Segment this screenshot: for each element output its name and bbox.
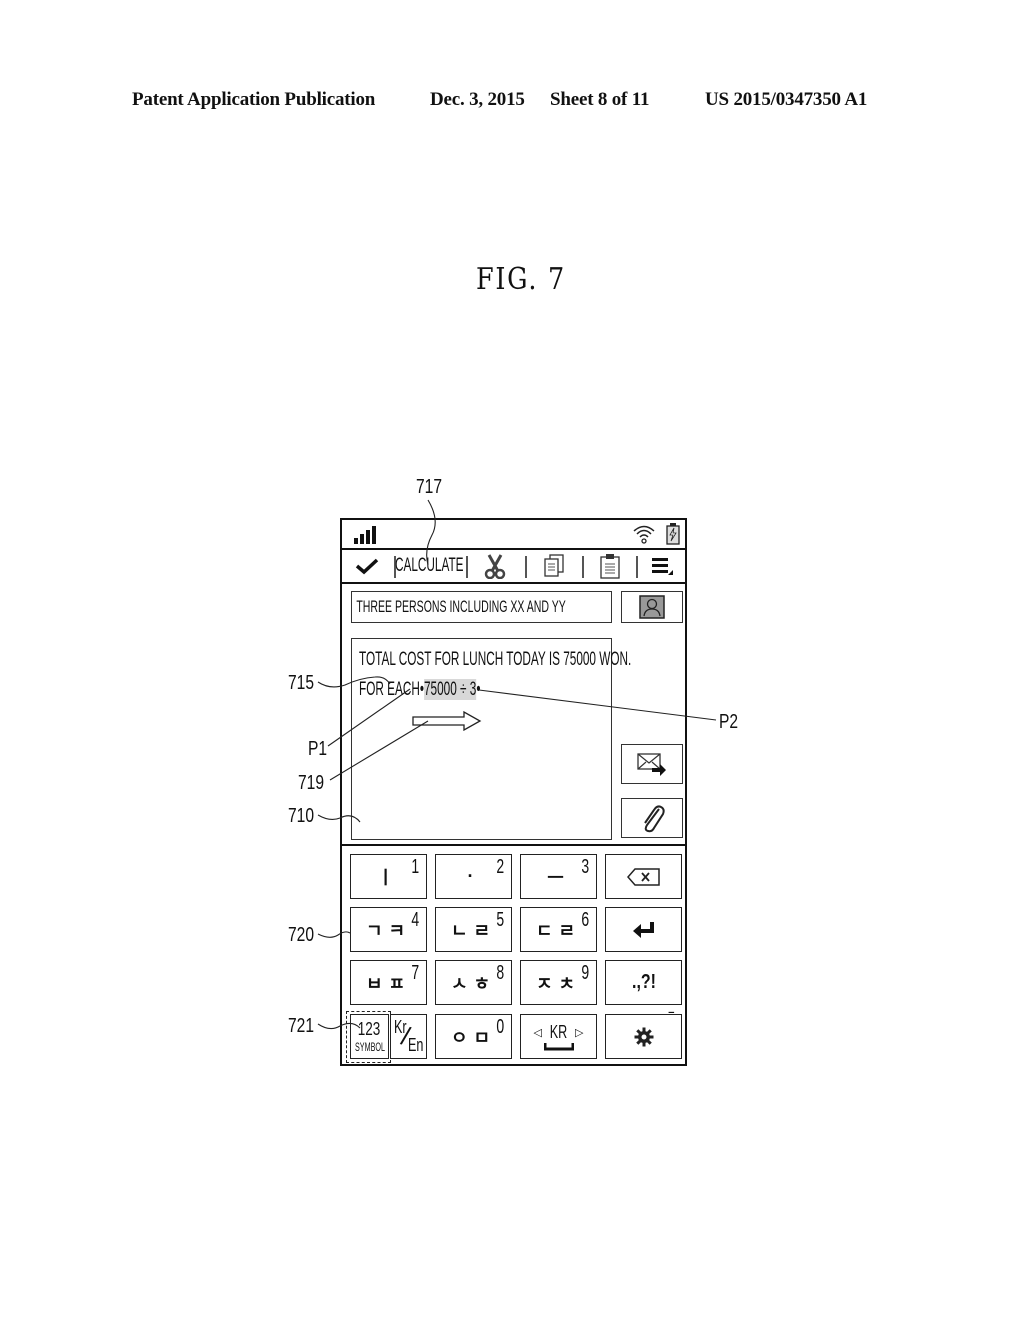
publication-label: Patent Application Publication (132, 89, 376, 110)
key-7[interactable]: ㅂㅍ 7 (350, 960, 427, 1005)
message-editor[interactable]: TOTAL COST FOR LUNCH TODAY IS 75000 WON.… (351, 638, 631, 840)
language-toggle-key[interactable]: Kr / En (390, 1014, 427, 1059)
key-3[interactable]: ㅡ3 (520, 854, 597, 899)
paste-button[interactable] (584, 550, 636, 582)
enter-icon (632, 921, 654, 938)
send-mail-icon (637, 753, 666, 776)
keyboard: ㅣ1 · 2 ㅡ3 ㄱㅋ 4 ㄴㄹ 5 ㄷㄹ 6 ㅂㅍ 7 ㅅㅎ 8 ㅈㅊ 9 .,?! 12… (342, 844, 685, 1066)
confirm-button[interactable] (350, 550, 384, 582)
menu-button[interactable] (640, 550, 684, 582)
gear-icon (634, 1027, 653, 1046)
ref-719: 719 (298, 772, 325, 794)
status-bar (342, 520, 685, 550)
attach-button[interactable] (621, 798, 683, 838)
cut-button[interactable] (470, 550, 520, 582)
backspace-icon (626, 867, 660, 886)
key-4[interactable]: ㄱㅋ 4 (350, 907, 427, 952)
punctuation-key[interactable]: .,?! (605, 960, 682, 1005)
ref-720: 720 (288, 924, 315, 946)
selection-end-p2: • (476, 679, 481, 700)
scissors-icon (484, 554, 506, 579)
right-triangle-icon: ▷ (575, 1027, 584, 1039)
key-9[interactable]: ㅈㅊ 9 (520, 960, 597, 1005)
copy-button[interactable] (528, 550, 580, 582)
clipboard-icon (600, 554, 620, 579)
space-key[interactable]: ◁ KR ▷ (520, 1014, 597, 1059)
key-5[interactable]: ㄴㄹ 5 (435, 907, 512, 952)
key-6[interactable]: ㄷㄹ 6 (520, 907, 597, 952)
message-line-1: TOTAL COST FOR LUNCH TODAY IS 75000 WON. (359, 649, 632, 670)
battery-charging-icon (666, 523, 680, 545)
ref-p2: P2 (719, 711, 739, 733)
enter-key[interactable] (605, 907, 682, 952)
key-1[interactable]: ㅣ1 (350, 854, 427, 899)
calculate-label: CALCULATE (394, 555, 464, 576)
edit-toolbar: CALCULATE (342, 550, 685, 584)
sheet-number: Sheet 8 of 11 (550, 89, 650, 110)
ref-p1: P1 (308, 738, 328, 760)
key-8[interactable]: ㅅㅎ 8 (435, 960, 512, 1005)
symbol-key[interactable]: 123 SYMBOL (350, 1014, 389, 1059)
patent-number: US 2015/0347350 A1 (705, 89, 868, 110)
recipient-field[interactable]: THREE PERSONS INCLUDING XX AND YY (351, 591, 612, 623)
key-0[interactable]: ㅇㅁ 0 (435, 1014, 512, 1059)
paperclip-icon (644, 805, 665, 833)
left-triangle-icon: ◁ (533, 1027, 542, 1039)
ref-715: 715 (288, 672, 315, 694)
phone-screen: CALCULATE THREE PERSONS INCLUDING XX AND… (340, 518, 687, 1066)
publication-date: Dec. 3, 2015 (430, 89, 525, 110)
ref-721: 721 (288, 1015, 315, 1037)
message-prefix: FOR EACH (359, 679, 420, 700)
ref-710: 710 (288, 805, 315, 827)
contact-icon (639, 595, 665, 619)
figure-title: FIG. 7 (476, 262, 566, 297)
space-bar-icon (543, 1043, 574, 1051)
checkmark-icon (355, 558, 379, 575)
selected-expression[interactable]: 75000 ÷ 3 (424, 679, 477, 700)
send-button[interactable] (621, 744, 683, 784)
wifi-icon (633, 525, 655, 544)
settings-key[interactable]: ‾ (605, 1011, 682, 1059)
menu-icon (652, 558, 673, 575)
backspace-key[interactable] (605, 854, 682, 899)
right-arrow-icon (412, 711, 482, 731)
contact-button[interactable] (621, 591, 683, 623)
signal-bars-icon (354, 526, 376, 544)
calculate-button[interactable]: CALCULATE (394, 550, 464, 582)
ref-717: 717 (416, 476, 443, 498)
key-2[interactable]: · 2 (435, 854, 512, 899)
message-line-2: FOR EACH•75000 ÷ 3• (359, 679, 480, 701)
copy-icon (544, 554, 564, 577)
recipient-value: THREE PERSONS INCLUDING XX AND YY (356, 597, 566, 616)
